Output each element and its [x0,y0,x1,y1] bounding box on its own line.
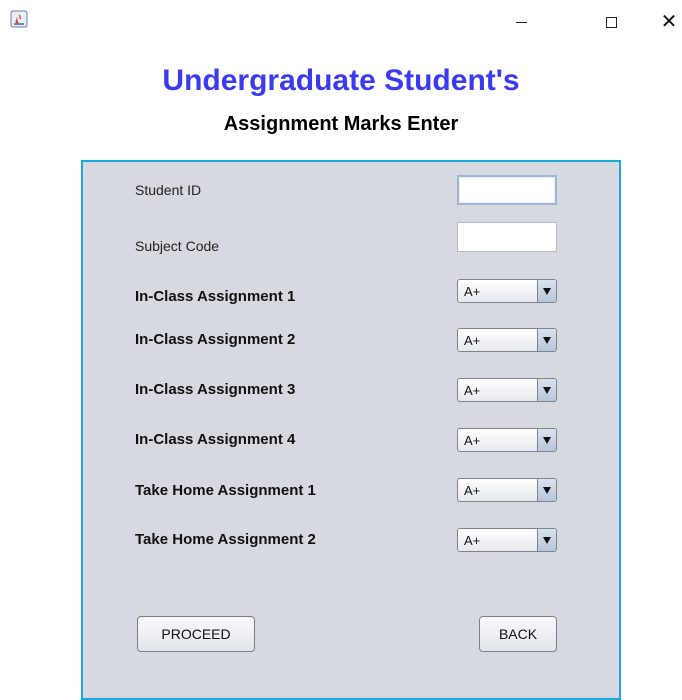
maximize-button[interactable] [588,8,634,36]
assignment-label-2: In-Class Assignment 2 [135,331,296,348]
dropdown-arrow-icon[interactable] [537,429,556,451]
dropdown-arrow-icon[interactable] [537,329,556,351]
back-button[interactable]: BACK [479,616,557,652]
assignment-label-5: Take Home Assignment 1 [135,482,316,499]
assignment-grade-select-2[interactable]: A+ [457,328,557,352]
assignment-grade-value-3: A+ [464,382,481,398]
minimize-button[interactable] [498,8,544,36]
student-id-input[interactable] [457,175,557,205]
assignment-grade-select-5[interactable]: A+ [457,478,557,502]
minimize-icon [515,21,527,23]
subject-code-input[interactable] [457,222,557,252]
close-icon: ✕ [660,11,678,33]
assignment-label-3: In-Class Assignment 3 [135,381,296,398]
assignment-grade-select-4[interactable]: A+ [457,428,557,452]
dropdown-arrow-icon[interactable] [537,280,556,302]
assignment-grade-select-3[interactable]: A+ [457,378,557,402]
page-title: Undergraduate Student's [162,64,520,97]
assignment-label-4: In-Class Assignment 4 [135,431,296,448]
assignment-grade-value-6: A+ [464,532,481,548]
subject-code-label: Subject Code [135,238,220,254]
assignment-grade-select-1[interactable]: A+ [457,279,557,303]
dropdown-arrow-icon[interactable] [537,479,556,501]
assignment-grade-value-5: A+ [464,482,481,498]
assignment-grade-value-4: A+ [464,432,481,448]
page-subtitle: Assignment Marks Enter [223,113,459,135]
assignment-grade-value-1: A+ [464,283,481,299]
close-button[interactable]: ✕ [656,8,682,36]
proceed-button[interactable]: PROCEED [137,616,255,652]
assignment-label-6: Take Home Assignment 2 [135,531,316,548]
maximize-icon [605,16,617,28]
assignment-grade-value-2: A+ [464,332,481,348]
assignment-label-1: In-Class Assignment 1 [135,288,296,305]
assignment-grade-select-6[interactable]: A+ [457,528,557,552]
form-panel: Student ID Subject Code In-Class Assignm… [81,160,621,700]
java-app-icon [10,10,28,28]
dropdown-arrow-icon[interactable] [537,379,556,401]
student-id-label: Student ID [135,182,202,198]
dropdown-arrow-icon[interactable] [537,529,556,551]
